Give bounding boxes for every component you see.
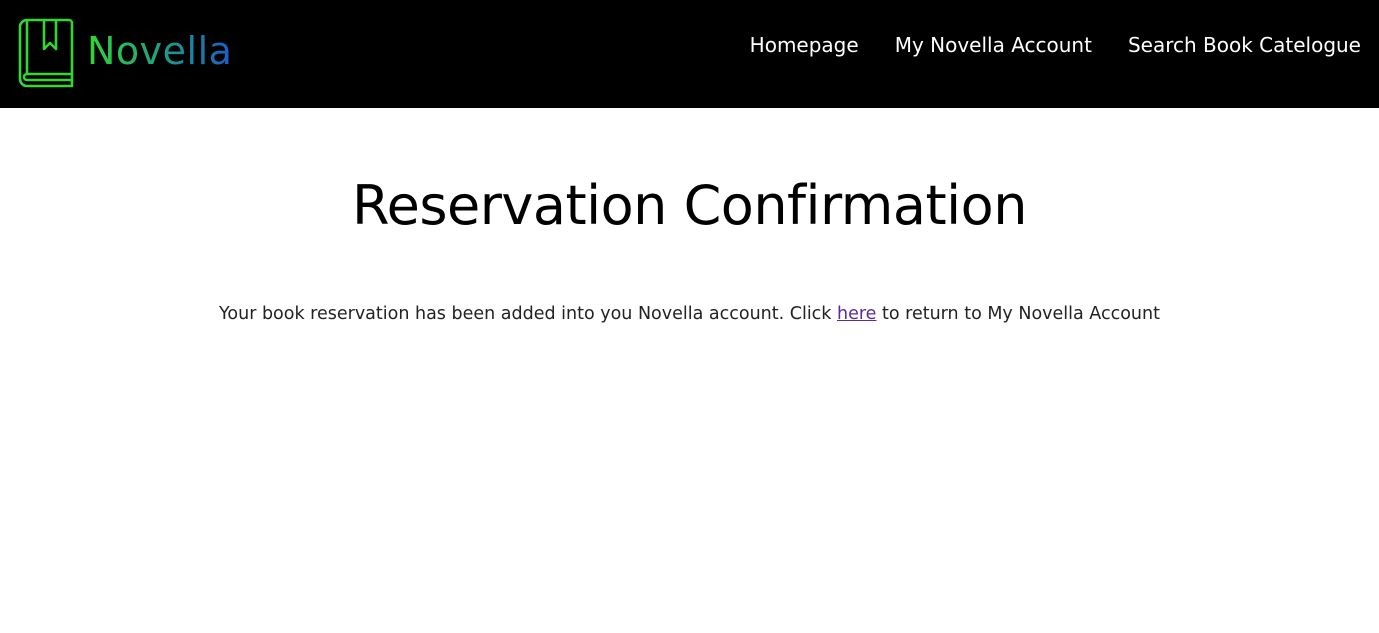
message-text-before: Your book reservation has been added int…: [219, 303, 837, 324]
brand-logo-link[interactable]: Novella: [17, 17, 232, 89]
nav-my-account[interactable]: My Novella Account: [895, 33, 1092, 57]
page-title: Reservation Confirmation: [352, 174, 1027, 237]
brand-name: Novella: [87, 29, 233, 73]
message-text-after: to return to My Novella Account: [876, 303, 1160, 324]
top-navbar: Novella Homepage My Novella Account Sear…: [0, 0, 1379, 108]
nav-homepage[interactable]: Homepage: [750, 33, 859, 57]
main-nav: Homepage My Novella Account Search Book …: [750, 33, 1361, 57]
book-bookmark-icon: [18, 18, 74, 88]
return-to-account-link[interactable]: here: [837, 304, 876, 324]
confirmation-message: Your book reservation has been added int…: [0, 304, 1379, 324]
nav-search-catalogue[interactable]: Search Book Catelogue: [1128, 33, 1361, 57]
